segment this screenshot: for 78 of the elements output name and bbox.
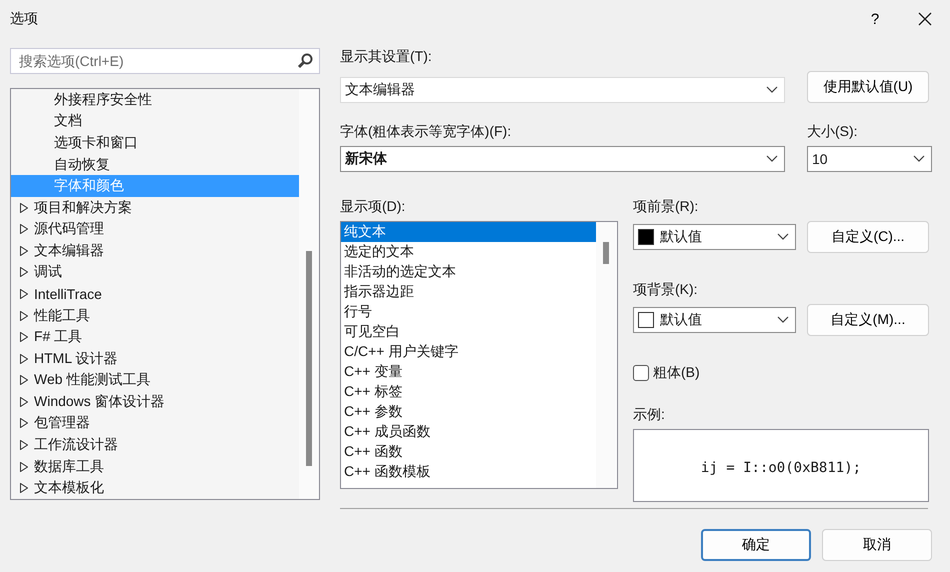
window-title: 选项	[10, 10, 39, 28]
collapsed-triangle-icon[interactable]	[20, 224, 28, 234]
list-item[interactable]: C++ 成员函数	[341, 422, 596, 442]
collapsed-triangle-icon[interactable]	[20, 310, 28, 321]
collapsed-triangle-icon[interactable]	[20, 418, 28, 428]
tree-item[interactable]: 文档	[11, 110, 299, 132]
list-item[interactable]: 选定的文本	[341, 242, 596, 262]
list-item[interactable]: C++ 函数模板	[341, 462, 596, 482]
chevron-down-icon	[777, 233, 789, 241]
collapsed-triangle-icon[interactable]	[20, 246, 28, 256]
list-item[interactable]: 可见空白	[341, 322, 596, 342]
collapsed-triangle-icon[interactable]	[20, 396, 28, 407]
background-dropdown[interactable]: 默认值	[633, 307, 796, 333]
list-item[interactable]: C++ 函数	[341, 442, 596, 462]
tree-item[interactable]: 选项卡和窗口	[11, 132, 299, 154]
tree-item[interactable]: 性能工具	[11, 304, 299, 326]
foreground-dropdown[interactable]: 默认值	[633, 224, 796, 250]
chevron-down-icon	[777, 316, 789, 324]
size-dropdown[interactable]: 10	[807, 146, 932, 172]
collapsed-triangle-icon[interactable]	[20, 288, 28, 299]
chevron-down-icon	[913, 155, 925, 163]
search-icon	[297, 53, 313, 69]
scrollbar-thumb[interactable]	[603, 242, 609, 264]
tree-item[interactable]: HTML 设计器	[11, 348, 299, 370]
field-label: 显示项(D):	[340, 198, 406, 216]
field-label: 大小(S):	[807, 123, 859, 141]
tree-item[interactable]: 源代码管理	[11, 218, 299, 240]
search-field[interactable]: 搜索选项(Ctrl+E)	[10, 48, 320, 74]
list-item[interactable]: C/C++ 用户关键字	[341, 342, 596, 362]
list-item[interactable]: 行号	[341, 302, 596, 322]
field-label: 项背景(K):	[633, 281, 699, 299]
tree-item[interactable]: 文本编辑器	[11, 240, 299, 262]
collapsed-triangle-icon[interactable]	[20, 375, 28, 386]
chevron-down-icon	[766, 155, 778, 163]
collapsed-triangle-icon[interactable]	[20, 332, 28, 342]
close-icon	[918, 12, 932, 26]
checkbox[interactable]	[633, 365, 649, 381]
search-field[interactable]: 搜索选项(Ctrl+E)	[17, 52, 297, 70]
sample-preview: ij = I::o0(0xB811);	[633, 429, 929, 502]
tree-item[interactable]: F# 工具	[11, 326, 299, 348]
tree-item[interactable]: 包管理器	[11, 412, 299, 434]
collapsed-triangle-icon[interactable]	[20, 462, 28, 472]
collapsed-triangle-icon[interactable]	[20, 483, 28, 494]
tree-item[interactable]: Web 性能测试工具	[11, 370, 299, 392]
settings-dropdown[interactable]: 文本编辑器	[340, 77, 785, 103]
collapsed-triangle-icon[interactable]	[20, 202, 28, 213]
font-dropdown[interactable]: 新宋体	[340, 146, 785, 172]
field-label: 示例:	[633, 406, 666, 424]
list-item[interactable]: 指示器边距	[341, 282, 596, 302]
tree-item[interactable]: IntelliTrace	[11, 283, 299, 305]
tree-item[interactable]: 数据库工具	[11, 456, 299, 478]
list-item[interactable]: C++ 标签	[341, 382, 596, 402]
customize-background-button[interactable]: 自定义(M)...	[807, 304, 929, 336]
field-label: 项前景(R):	[633, 198, 700, 216]
list-item[interactable]: C++ 参数	[341, 402, 596, 422]
tree-item[interactable]: 自动恢复	[11, 154, 299, 176]
tree-item[interactable]: Windows 窗体设计器	[11, 391, 299, 413]
tree-item[interactable]: 文本模板化	[11, 477, 299, 499]
tree-item[interactable]: 工作流设计器	[11, 434, 299, 456]
dialog-button[interactable]: 取消	[822, 529, 932, 561]
help-button[interactable]: ?	[850, 1, 900, 37]
list-item[interactable]: 非活动的选定文本	[341, 262, 596, 282]
tree-item[interactable]: 调试	[11, 262, 299, 284]
checkbox-label: 粗体(B)	[653, 364, 700, 382]
tree-item[interactable]: 项目和解决方案	[11, 196, 299, 218]
use-defaults-button[interactable]: 使用默认值(U)	[807, 71, 929, 103]
dialog-button[interactable]: 确定	[701, 529, 811, 561]
scrollbar-thumb[interactable]	[306, 251, 312, 466]
list-item[interactable]: 纯文本	[341, 222, 596, 242]
tree-item[interactable]: 外接程序安全性	[11, 89, 299, 111]
collapsed-triangle-icon[interactable]	[20, 267, 28, 278]
collapsed-triangle-icon[interactable]	[20, 440, 28, 450]
list-item[interactable]: C++ 变量	[341, 362, 596, 382]
collapsed-triangle-icon[interactable]	[20, 354, 28, 364]
customize-foreground-button[interactable]: 自定义(C)...	[807, 221, 929, 253]
chevron-down-icon	[766, 86, 778, 94]
field-label: 字体(粗体表示等宽字体)(F):	[340, 123, 512, 141]
field-label: 显示其设置(T):	[340, 48, 433, 66]
